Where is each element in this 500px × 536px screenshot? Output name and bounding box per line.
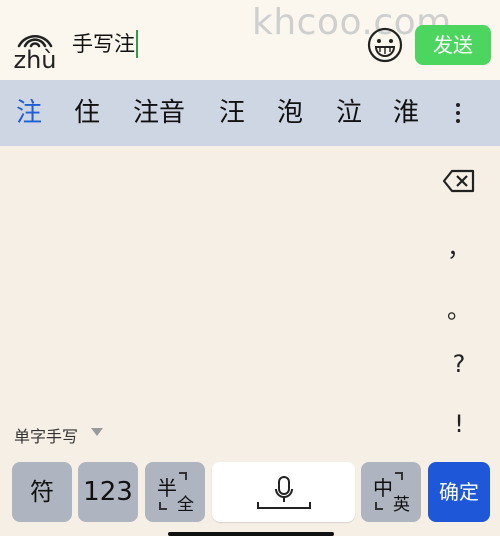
comma-key[interactable]: ， — [440, 228, 478, 263]
triangle-down-icon[interactable] — [91, 428, 103, 436]
candidate-bar: 注 住 注音 汪 泡 泣 淮 — [0, 80, 500, 146]
input-bar: zhù 手写注 khcoo.com 发送 — [0, 0, 500, 80]
pinyin-switch-button[interactable]: zhù — [8, 24, 62, 74]
english-label: 英 — [393, 495, 410, 515]
space-voice-key[interactable] — [212, 462, 355, 522]
handwriting-canvas[interactable] — [0, 146, 500, 458]
candidate-item[interactable]: 注音 — [133, 80, 185, 146]
vertical-ellipsis-icon[interactable] — [445, 80, 471, 146]
input-value: 手写注 — [72, 32, 135, 56]
question-mark-key[interactable]: ? — [440, 350, 478, 378]
full-width-label: 全 — [177, 495, 194, 515]
candidate-item[interactable]: 淮 — [393, 80, 419, 146]
candidate-item[interactable]: 泣 — [336, 80, 362, 146]
period-key[interactable]: 。 — [440, 290, 478, 325]
candidate-item[interactable]: 泡 — [277, 80, 303, 146]
pinyin-label: zhù — [13, 46, 57, 74]
symbol-key[interactable]: 符 — [12, 462, 72, 522]
candidate-item[interactable]: 住 — [74, 80, 100, 146]
confirm-button[interactable]: 确定 — [428, 462, 490, 522]
chinese-english-switch-key[interactable]: 中 英 — [361, 462, 421, 522]
input-field[interactable]: 手写注 — [72, 28, 138, 60]
candidate-item[interactable]: 注 — [16, 80, 42, 146]
send-button[interactable]: 发送 — [415, 25, 491, 65]
smiley-face-icon[interactable] — [367, 27, 403, 63]
space-bar-icon — [257, 502, 311, 509]
text-caret — [136, 30, 138, 58]
exclamation-key[interactable]: ! — [440, 410, 478, 438]
backspace-icon[interactable] — [442, 168, 476, 194]
half-full-width-key[interactable]: 半 全 — [145, 462, 205, 522]
candidate-item[interactable]: 汪 — [219, 80, 245, 146]
handwriting-mode-selector[interactable]: 单字手写 — [14, 423, 78, 447]
home-indicator — [168, 532, 334, 536]
half-width-label: 半 — [157, 476, 177, 500]
chinese-label: 中 — [373, 476, 393, 500]
numeric-key[interactable]: 123 — [78, 462, 138, 522]
